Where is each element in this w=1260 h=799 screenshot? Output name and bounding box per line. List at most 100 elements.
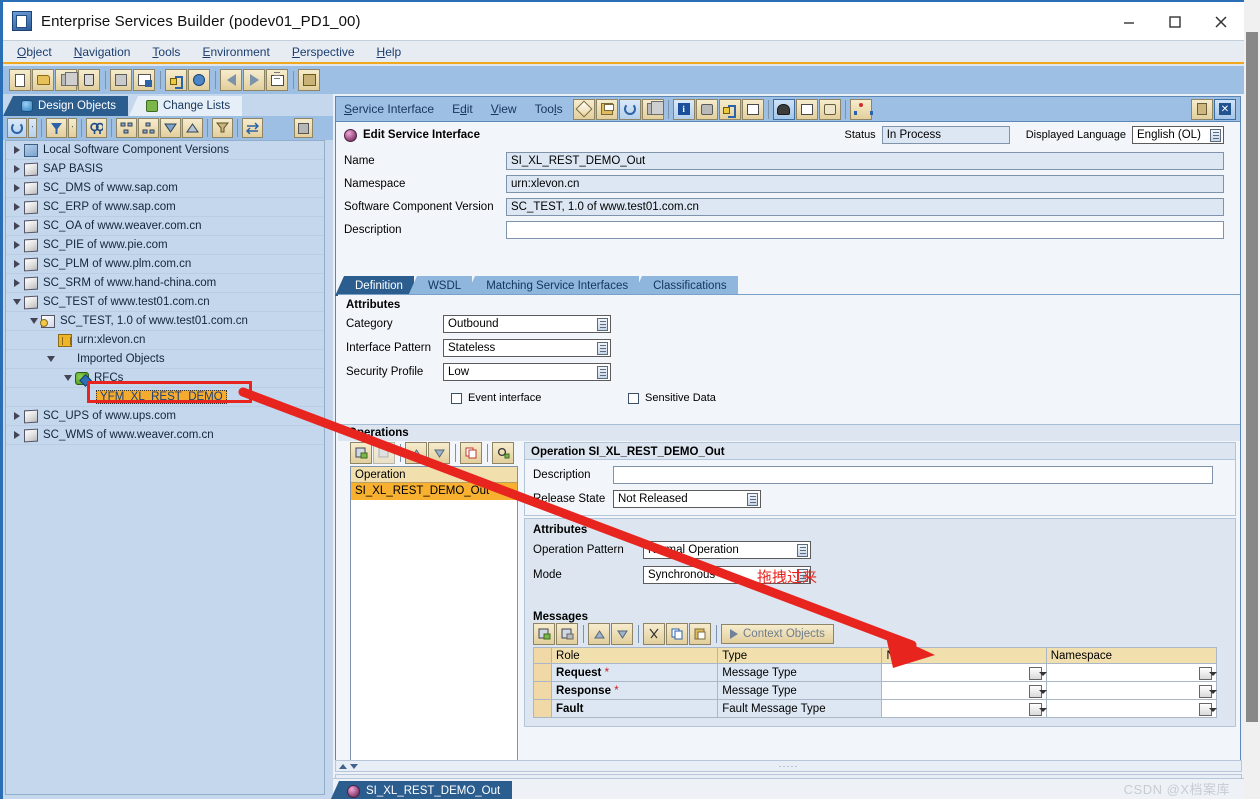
where-used-icon[interactable] — [718, 98, 741, 120]
minimize-button[interactable] — [1106, 2, 1152, 41]
copy-operation-icon[interactable] — [460, 442, 482, 464]
menu-tools[interactable]: Tools — [152, 45, 180, 59]
where-used-icon[interactable] — [188, 69, 210, 91]
move-up-icon[interactable] — [588, 623, 610, 645]
cell-namespace[interactable] — [1045, 681, 1218, 700]
value-help-icon[interactable] — [1028, 702, 1047, 716]
delete-trash-icon[interactable] — [78, 69, 100, 91]
row-selector-cell[interactable] — [532, 699, 553, 718]
expand-twisty-icon[interactable] — [10, 184, 24, 192]
move-down-icon[interactable] — [428, 442, 450, 464]
object-tree[interactable]: Local Software Component Versions SAP BAS… — [5, 140, 325, 795]
expand-twisty-icon[interactable] — [10, 146, 24, 154]
cell-name[interactable] — [881, 699, 1047, 718]
event-interface-checkbox[interactable] — [451, 392, 462, 404]
tab-matching-service-interfaces[interactable]: Matching Service Interfaces — [466, 276, 640, 296]
context-objects-button[interactable]: Context Objects — [721, 624, 834, 644]
navigate-icon[interactable] — [165, 69, 187, 91]
move-down-icon[interactable] — [611, 623, 633, 645]
copy-icon[interactable] — [55, 69, 77, 91]
expand-twisty-icon[interactable] — [10, 165, 24, 173]
chevron-down-icon[interactable] — [350, 763, 358, 769]
cell-name[interactable] — [881, 681, 1047, 700]
category-select[interactable]: Outbound — [443, 315, 611, 333]
delete-message-icon[interactable] — [556, 623, 578, 645]
security-profile-select[interactable]: Low — [443, 363, 611, 381]
close-panel-icon[interactable]: ✕ — [1214, 98, 1236, 120]
interface-pattern-select[interactable]: Stateless — [443, 339, 611, 357]
network-icon[interactable] — [849, 98, 874, 120]
tree-node[interactable]: SC_ERP of www.sap.com — [6, 198, 324, 217]
table-view-icon[interactable] — [795, 98, 818, 120]
editor-menu-edit[interactable]: Edit — [452, 102, 473, 116]
expand-twisty-icon[interactable] — [10, 222, 24, 230]
operations-grid[interactable]: Operation SI_XL_REST_DEMO_Out — [350, 466, 518, 772]
insert-operation-icon[interactable] — [350, 442, 372, 464]
collapse-twisty-icon[interactable] — [61, 375, 75, 381]
menu-object[interactable]: OObjectbject — [17, 45, 52, 59]
save-icon[interactable] — [595, 98, 618, 120]
sync-navigation-icon[interactable] — [242, 118, 263, 138]
expand-twisty-icon[interactable] — [10, 241, 24, 249]
collapse-twisty-icon[interactable] — [10, 299, 24, 305]
filter-icon[interactable] — [46, 118, 67, 138]
expand-twisty-icon[interactable] — [10, 431, 24, 439]
description-input[interactable] — [506, 221, 1224, 239]
value-help-icon[interactable] — [1028, 684, 1047, 698]
editor-menu-view[interactable]: View — [491, 102, 517, 116]
find-icon[interactable] — [86, 118, 107, 138]
collapse-twisty-icon[interactable] — [27, 318, 41, 324]
expand-subtree-icon[interactable] — [116, 118, 137, 138]
collapse-subtree-icon[interactable] — [138, 118, 159, 138]
document-tab-si-xl-rest-demo-out[interactable]: SI_XL_REST_DEMO_Out — [329, 781, 513, 799]
pin-icon[interactable] — [1191, 98, 1213, 120]
messages-table[interactable]: Role Type Name Namespace Request * Messag… — [532, 647, 1218, 718]
forward-arrow-icon[interactable] — [243, 69, 265, 91]
collapse-all-icon[interactable] — [182, 118, 203, 138]
paste-icon[interactable] — [689, 623, 711, 645]
editor-menu-tools[interactable]: Tools — [535, 102, 563, 116]
cut-icon[interactable] — [643, 623, 665, 645]
expand-twisty-icon[interactable] — [10, 279, 24, 287]
row-selector-cell[interactable] — [532, 663, 553, 682]
operation-description-input[interactable] — [613, 466, 1213, 484]
info-icon[interactable]: i — [672, 98, 695, 120]
new-icon[interactable] — [9, 69, 31, 91]
documentation-icon[interactable] — [695, 98, 718, 120]
menu-navigation[interactable]: Navigation — [74, 45, 131, 59]
expand-twisty-icon[interactable] — [10, 203, 24, 211]
hat-icon[interactable] — [772, 98, 795, 120]
col-role[interactable]: Role — [551, 647, 719, 664]
maximize-button[interactable] — [1152, 2, 1198, 41]
scrollbar-thumb[interactable] — [1246, 32, 1258, 722]
value-help-icon[interactable] — [1028, 666, 1047, 680]
filter-dropdown-icon[interactable] — [68, 118, 77, 138]
tree-node[interactable]: SC_TEST of www.test01.com.cn — [6, 293, 324, 312]
activate-refresh-icon[interactable] — [618, 98, 641, 120]
check-object-icon[interactable] — [133, 69, 155, 91]
edit-pencil-icon[interactable] — [572, 98, 595, 120]
resize-strip-upper[interactable]: ····· — [335, 760, 1242, 772]
copy-icon[interactable] — [666, 623, 688, 645]
col-namespace[interactable]: Namespace — [1045, 647, 1218, 664]
value-help-icon[interactable] — [1199, 684, 1217, 698]
open-folder-icon[interactable] — [32, 69, 54, 91]
close-button[interactable] — [1198, 2, 1244, 41]
table-row[interactable]: Request * Message Type — [532, 663, 1218, 682]
expand-twisty-icon[interactable] — [10, 260, 24, 268]
collapse-twisty-icon[interactable] — [44, 356, 58, 362]
tree-node[interactable]: urn:xlevon.cn — [6, 331, 324, 350]
duplicate-icon[interactable] — [110, 69, 132, 91]
editor-menu-service-interface[interactable]: Service Interface — [344, 102, 434, 116]
move-up-icon[interactable] — [405, 442, 427, 464]
tree-node[interactable]: Local Software Component Versions — [6, 141, 324, 160]
tree-node[interactable]: SC_TEST, 1.0 of www.test01.com.cn — [6, 312, 324, 331]
tree-node[interactable]: SC_WMS of www.weaver.com.cn — [6, 426, 324, 445]
table-row[interactable]: Fault Fault Message Type — [532, 699, 1218, 718]
back-arrow-icon[interactable] — [220, 69, 242, 91]
tab-definition[interactable]: Definition — [335, 276, 414, 296]
filter-objects-icon[interactable] — [212, 118, 233, 138]
cell-namespace[interactable] — [1045, 663, 1218, 682]
value-help-icon[interactable] — [1199, 666, 1217, 680]
tree-node[interactable]: SC_PIE of www.pie.com — [6, 236, 324, 255]
